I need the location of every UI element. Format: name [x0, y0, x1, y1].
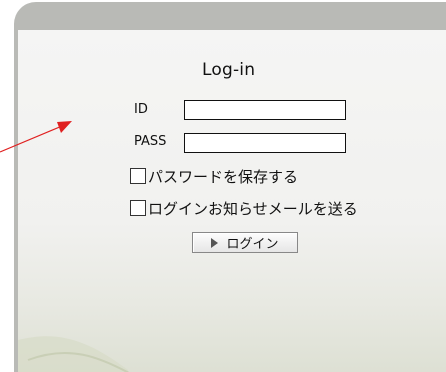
notify-mail-label: ログインお知らせメールを送る	[148, 199, 358, 218]
play-icon	[211, 237, 219, 248]
login-title: Log-in	[202, 60, 256, 80]
login-button-label: ログイン	[226, 237, 279, 252]
pass-label: PASS	[134, 134, 167, 149]
save-password-label: パスワードを保存する	[148, 167, 299, 186]
id-label: ID	[134, 102, 148, 117]
save-password-option[interactable]: パスワードを保存する	[130, 165, 298, 187]
notify-mail-checkbox[interactable]	[130, 200, 146, 216]
pass-input[interactable]	[184, 133, 346, 153]
page: Log-in ID PASS パスワードを保存する ログインお知らせメールを送る…	[0, 0, 446, 372]
login-button[interactable]: ログイン	[192, 232, 298, 253]
notify-mail-option[interactable]: ログインお知らせメールを送る	[130, 197, 358, 219]
save-password-checkbox[interactable]	[130, 168, 146, 184]
id-input[interactable]	[184, 100, 346, 120]
